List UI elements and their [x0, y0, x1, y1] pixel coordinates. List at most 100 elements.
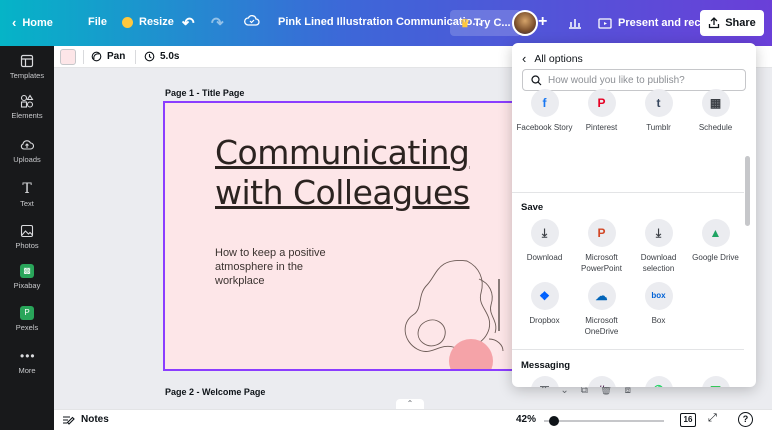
scrollbar-thumb[interactable] — [745, 156, 750, 226]
share-option-slack[interactable]: #Slack — [573, 376, 630, 387]
share-option-tumblr[interactable]: t Tumblr — [630, 89, 687, 134]
share-option-label: Box — [651, 316, 666, 325]
calendar-icon: ▦ — [701, 89, 730, 117]
sidebar-item-label: Photos — [15, 241, 39, 250]
page-1-label: Page 1 - Title Page — [165, 88, 245, 98]
abstract-illustration[interactable] — [397, 243, 523, 371]
tumblr-icon: t — [644, 89, 673, 117]
share-option-label: Dropbox — [529, 316, 560, 325]
pinterest-icon: P — [587, 89, 616, 117]
templates-icon — [20, 54, 34, 68]
publish-search[interactable] — [522, 69, 746, 91]
redo-icon[interactable]: ↷ — [211, 14, 224, 32]
share-option-label: Pinterest — [585, 123, 618, 132]
notes-label: Notes — [81, 414, 109, 425]
toolbar-divider — [135, 50, 136, 64]
slide-title[interactable]: Communicating with Colleagues — [215, 133, 515, 213]
sidebar-item-label: Uploads — [13, 155, 41, 164]
share-option-onedrive[interactable]: ☁ Microsoft OneDrive — [573, 282, 630, 337]
fullscreen-icon[interactable]: ⤢ — [708, 412, 717, 425]
onedrive-icon: ☁ — [587, 282, 616, 310]
sidebar-item-more[interactable]: ••• More — [0, 349, 54, 375]
share-option-facebook[interactable]: f Facebook Story — [516, 89, 573, 134]
search-input[interactable] — [548, 74, 738, 86]
share-button[interactable]: Share — [700, 10, 764, 36]
photos-icon — [20, 224, 34, 238]
search-icon — [531, 74, 542, 85]
left-sidebar: Templates Elements Uploads T Text Photos… — [0, 46, 54, 430]
notes-button[interactable]: Notes — [62, 414, 109, 425]
more-icon: ••• — [20, 349, 36, 363]
sidebar-item-uploads[interactable]: Uploads — [0, 138, 54, 164]
panel-scrollbar[interactable] — [744, 82, 750, 382]
pan-animation-button[interactable]: Pan — [91, 51, 125, 62]
pixabay-icon: ▩ — [20, 264, 34, 278]
background-color-swatch[interactable] — [60, 49, 76, 65]
try-pro-button[interactable]: ♛ Try C... — [450, 10, 521, 36]
sidebar-item-elements[interactable]: Elements — [0, 94, 54, 120]
try-label: Try C... — [473, 17, 511, 29]
save-grid: ⤓ Download P Microsoft PowerPoint ⤓ Download … — [516, 219, 744, 337]
zoom-slider[interactable] — [544, 416, 664, 426]
add-collaborator-icon[interactable]: + — [538, 13, 547, 31]
slide-page-1[interactable]: Communicating with Colleagues How to kee… — [163, 101, 523, 371]
whatsapp-icon: ✆ — [644, 376, 673, 387]
share-panel: ‹ All options f Facebook Story P Pinterest t… — [512, 43, 756, 387]
box-icon: box — [644, 282, 673, 310]
share-option-calendar[interactable]: ▦ Schedule — [687, 89, 744, 134]
pan-icon — [91, 51, 102, 62]
sidebar-item-pexels[interactable]: P Pexels — [0, 306, 54, 332]
slide-subtitle[interactable]: How to keep a positive atmosphere in the… — [215, 246, 335, 288]
collapse-pages-icon[interactable]: ⌃ — [396, 399, 424, 409]
sidebar-item-photos[interactable]: Photos — [0, 224, 54, 250]
insights-chart-icon[interactable] — [562, 10, 588, 36]
share-option-download-selection[interactable]: ⤓ Download selection — [630, 219, 687, 274]
duration-button[interactable]: 5.0s — [144, 51, 179, 62]
clock-icon — [144, 51, 155, 62]
share-option-download[interactable]: ⤓ Download — [516, 219, 573, 274]
zoom-slider-handle[interactable] — [548, 416, 559, 426]
sidebar-item-pixabay[interactable]: ▩ Pixabay — [0, 264, 54, 290]
share-option-email[interactable]: ✉Email — [516, 376, 573, 387]
dropbox-icon: ❖ — [530, 282, 559, 310]
undo-icon[interactable]: ↶ — [182, 14, 195, 32]
avatar[interactable] — [512, 10, 538, 36]
download-icon: ⤓ — [530, 219, 559, 247]
chevron-left-icon: ‹ — [522, 51, 527, 66]
download-selection-icon: ⤓ — [644, 219, 673, 247]
divider — [512, 192, 744, 193]
pexels-icon: P — [20, 306, 34, 320]
chevron-left-icon: ‹ — [12, 15, 17, 30]
resize-button[interactable]: Resize — [122, 16, 174, 28]
sidebar-item-text[interactable]: T Text — [0, 182, 54, 208]
file-menu-button[interactable]: File — [88, 16, 107, 28]
options-list: f Facebook Story P Pinterest t Tumblr ▦ Schedul… — [512, 89, 744, 387]
bottom-bar: Notes 42% 16 ⤢ ? — [54, 409, 772, 430]
uploads-icon — [20, 140, 34, 150]
sidebar-item-label: Elements — [11, 111, 43, 120]
zoom-level[interactable]: 42% — [516, 414, 536, 425]
share-option-powerpoint[interactable]: P Microsoft PowerPoint — [573, 219, 630, 274]
all-options-back[interactable]: ‹ All options — [522, 51, 583, 66]
sidebar-item-templates[interactable]: Templates — [0, 54, 54, 80]
home-button[interactable]: ‹ Home — [12, 15, 53, 30]
share-option-google-drive[interactable]: ▲ Google Drive — [687, 219, 744, 274]
cloud-saved-icon[interactable] — [244, 14, 260, 26]
share-option-imessage[interactable]: ▣iMessage — [687, 376, 744, 387]
page-count[interactable]: 16 — [680, 413, 696, 427]
page-2-label: Page 2 - Welcome Page — [165, 387, 266, 397]
share-option-pinterest[interactable]: P Pinterest — [573, 89, 630, 134]
share-option-dropbox[interactable]: ❖ Dropbox — [516, 282, 573, 337]
share-option-label: Tumblr — [646, 123, 671, 132]
sidebar-item-label: More — [18, 366, 36, 375]
all-options-label: All options — [534, 52, 583, 65]
share-option-label: Google Drive — [692, 253, 739, 262]
share-option-label: Microsoft PowerPoint — [581, 253, 622, 273]
help-icon[interactable]: ? — [738, 412, 753, 427]
home-label: Home — [22, 16, 53, 29]
share-option-label: Download selection — [640, 253, 677, 273]
share-option-box[interactable]: box Box — [630, 282, 687, 337]
share-option-whatsapp[interactable]: ✆WhatsApp — [630, 376, 687, 387]
divider — [512, 349, 744, 350]
pan-label: Pan — [107, 51, 126, 62]
